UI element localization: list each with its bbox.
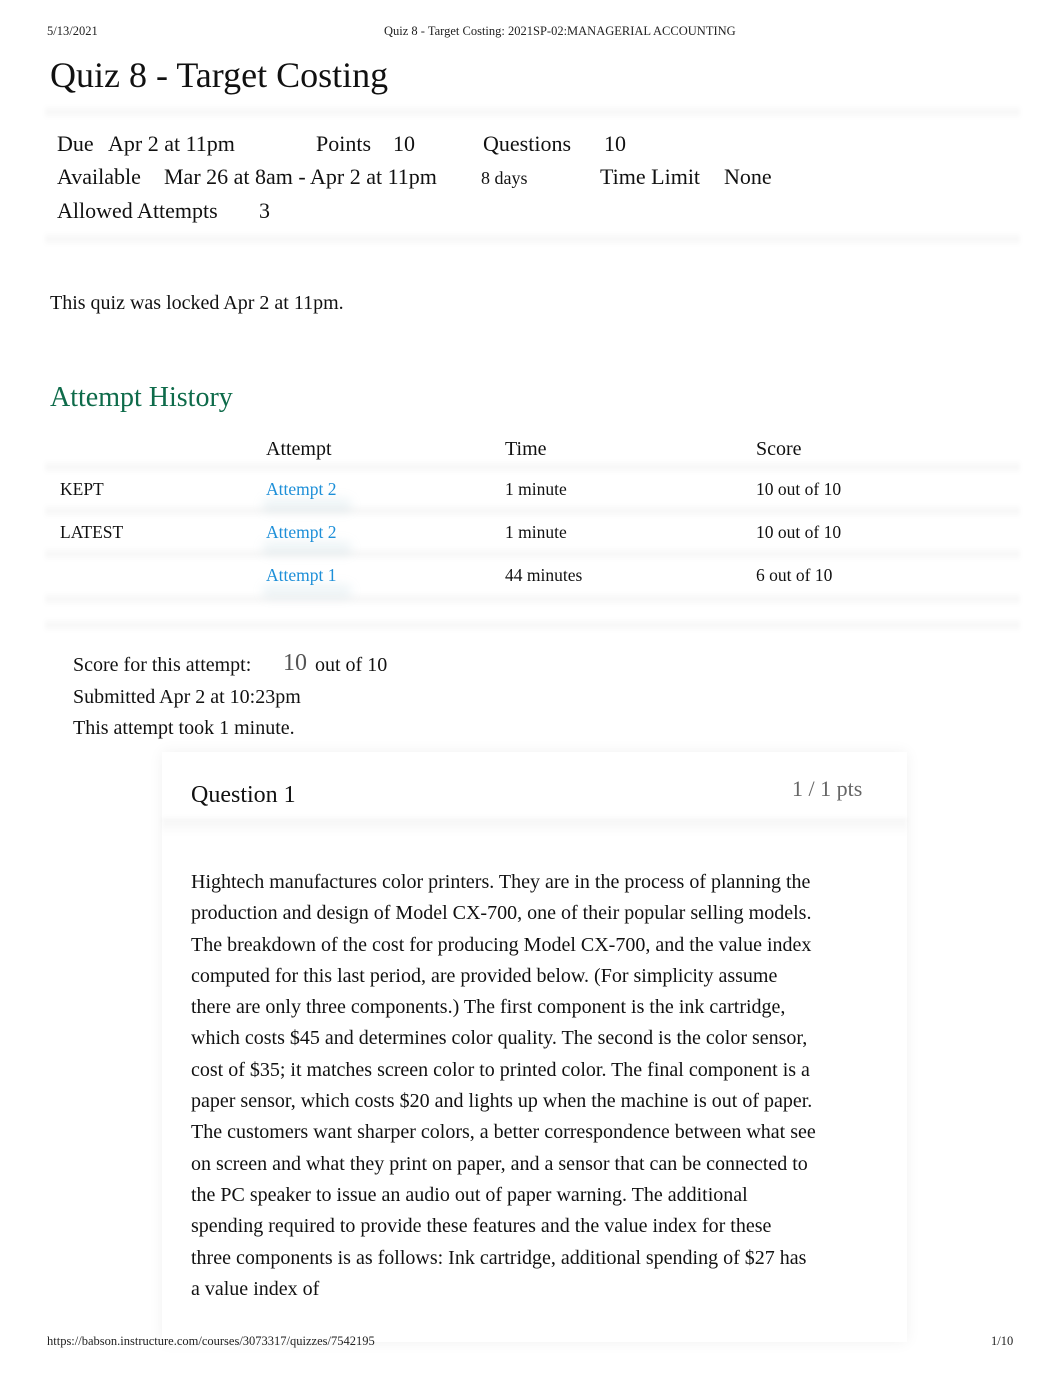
column-header-score: Score bbox=[756, 438, 802, 460]
attempt-status: LATEST bbox=[60, 522, 124, 542]
details-bottom-divider bbox=[45, 232, 1020, 246]
locked-message: This quiz was locked Apr 2 at 11pm. bbox=[50, 292, 344, 314]
column-header-time: Time bbox=[505, 438, 547, 460]
row-divider bbox=[45, 592, 1020, 606]
score-value: 10 bbox=[283, 650, 307, 676]
attempt-time: 44 minutes bbox=[505, 565, 583, 585]
available-duration: 8 days bbox=[481, 168, 528, 188]
print-document-title: Quiz 8 - Target Costing: 2021SP-02:MANAG… bbox=[384, 24, 736, 38]
column-header-attempt: Attempt bbox=[266, 438, 332, 460]
submitted-time: Submitted Apr 2 at 10:23pm bbox=[73, 686, 301, 708]
attempt-time: 1 minute bbox=[505, 522, 567, 542]
table-bottom-divider bbox=[45, 618, 1020, 632]
print-url: https://babson.instructure.com/courses/3… bbox=[47, 1334, 375, 1348]
attempt-score: 10 out of 10 bbox=[756, 479, 842, 499]
details-top-divider bbox=[45, 105, 1020, 119]
score-label: Score for this attempt: bbox=[73, 654, 252, 676]
page-title: Quiz 8 - Target Costing bbox=[50, 55, 389, 95]
attempt-link[interactable]: Attempt 2 bbox=[266, 522, 336, 543]
question-title: Question 1 bbox=[191, 782, 296, 808]
attempt-score: 6 out of 10 bbox=[756, 565, 833, 585]
table-header-divider bbox=[45, 460, 1020, 474]
question-header-divider bbox=[162, 818, 907, 836]
allowed-attempts-label: Allowed Attempts bbox=[57, 198, 218, 223]
print-date: 5/13/2021 bbox=[47, 24, 98, 38]
question-text: Hightech manufactures color printers. Th… bbox=[191, 871, 816, 1300]
attempt-link[interactable]: Attempt 2 bbox=[266, 479, 336, 500]
attempt-status: KEPT bbox=[60, 479, 104, 499]
due-label: Due bbox=[57, 131, 94, 156]
questions-label: Questions bbox=[483, 131, 571, 156]
row-divider bbox=[45, 547, 1020, 561]
questions-value: 10 bbox=[604, 131, 626, 156]
points-label: Points bbox=[316, 131, 372, 156]
row-divider bbox=[45, 504, 1020, 518]
time-limit-value: None bbox=[724, 164, 772, 189]
score-suffix: out of 10 bbox=[315, 654, 388, 676]
attempt-duration: This attempt took 1 minute. bbox=[73, 717, 295, 739]
allowed-attempts-value: 3 bbox=[259, 198, 270, 223]
attempt-link[interactable]: Attempt 1 bbox=[266, 565, 336, 586]
available-label: Available bbox=[57, 164, 141, 189]
time-limit-label: Time Limit bbox=[600, 164, 701, 189]
attempt-time: 1 minute bbox=[505, 479, 567, 499]
attempt-history-title: Attempt History bbox=[50, 382, 233, 413]
print-page-number: 1/10 bbox=[991, 1334, 1014, 1348]
points-value: 10 bbox=[393, 131, 415, 156]
question-points: 1 / 1 pts bbox=[792, 776, 863, 801]
attempt-score: 10 out of 10 bbox=[756, 522, 842, 542]
available-value: Mar 26 at 8am - Apr 2 at 11pm bbox=[164, 164, 437, 189]
due-value: Apr 2 at 11pm bbox=[108, 131, 235, 156]
